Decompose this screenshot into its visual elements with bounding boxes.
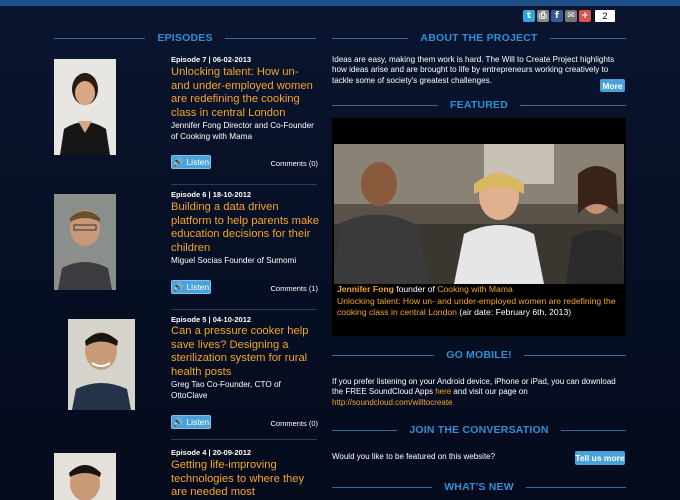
featured-name[interactable]: Jennifer Fong xyxy=(337,284,394,294)
share-bar: t ⎙ f ✉ + 2 xyxy=(523,10,615,22)
featured-heading: FEATURED xyxy=(332,98,626,112)
episode-guest: Jennifer Fong Director and Co-Founder of… xyxy=(171,121,314,141)
episode-meta: Episode 7 | 06-02-2013 xyxy=(171,55,252,64)
featured-photo[interactable] xyxy=(334,144,624,284)
featured-heading-text: FEATURED xyxy=(450,99,508,111)
email-icon[interactable]: ✉ xyxy=(565,10,577,22)
speaker-icon: 🔊 xyxy=(172,156,184,167)
episode-guest: Miguel Socias Founder of Sumomi xyxy=(171,256,297,265)
mobile-text: If you prefer listening on your Android … xyxy=(332,377,626,408)
mobile-text-mid: and visit our page on xyxy=(451,387,528,397)
featured-role: founder of xyxy=(393,284,438,294)
episodes-heading-text: EPISODES xyxy=(157,32,213,44)
listen-label: Listen xyxy=(186,417,210,427)
episode-title-link[interactable]: Can a pressure cooker help save lives? D… xyxy=(171,325,319,379)
about-heading-text: ABOUT THE PROJECT xyxy=(420,32,538,44)
speaker-icon: 🔊 xyxy=(172,416,184,427)
episode-guest-photo[interactable] xyxy=(54,59,116,155)
comments-link[interactable]: Comments (1) xyxy=(270,284,318,293)
mobile-heading-text: GO MOBILE! xyxy=(446,349,512,361)
listen-button[interactable]: 🔊 Listen xyxy=(171,280,211,294)
featured-box: Jennifer Fong founder of Cooking with Ma… xyxy=(332,118,626,336)
listen-button[interactable]: 🔊 Listen xyxy=(171,155,211,169)
whatsnew-heading: WHAT'S NEW xyxy=(332,480,626,494)
episode-title-link[interactable]: Building a data driven platform to help … xyxy=(171,201,319,255)
listen-label: Listen xyxy=(186,157,210,167)
whatsnew-heading-text: WHAT'S NEW xyxy=(444,481,514,493)
facebook-icon[interactable]: f xyxy=(551,10,563,22)
episode-guest-photo[interactable] xyxy=(54,194,116,290)
top-bar xyxy=(0,0,680,6)
episode-title-link[interactable]: Unlocking talent: How un- and under-empl… xyxy=(171,66,319,120)
speaker-icon: 🔊 xyxy=(172,281,184,292)
conversation-heading-text: JOIN THE CONVERSATION xyxy=(409,424,549,436)
episode-meta: Episode 4 | 20-09-2012 xyxy=(171,448,252,457)
episode-guest: Greg Tao Co-Founder, CTO of OttoClave xyxy=(171,380,281,400)
apps-here-link[interactable]: here xyxy=(435,387,451,396)
tell-us-more-button[interactable]: Tell us more xyxy=(575,451,625,465)
share-count: 2 xyxy=(595,10,615,22)
episodes-heading: EPISODES xyxy=(54,31,317,45)
episode-meta: Episode 6 | 18-10-2012 xyxy=(171,190,252,199)
episode-guest-photo[interactable] xyxy=(54,453,116,500)
featured-air-date: (air date: February 6th, 2013) xyxy=(456,307,572,317)
listen-label: Listen xyxy=(186,282,210,292)
mobile-heading: GO MOBILE! xyxy=(332,348,626,362)
comments-link[interactable]: Comments (0) xyxy=(270,159,318,168)
episode-meta: Episode 5 | 04-10-2012 xyxy=(171,315,252,324)
episode-title-link[interactable]: Getting life-improving technologies to w… xyxy=(171,459,319,500)
episode-divider xyxy=(171,309,317,310)
about-more-button[interactable]: More xyxy=(600,79,625,92)
about-heading: ABOUT THE PROJECT xyxy=(332,31,627,45)
soundcloud-link[interactable]: http://soundcloud.com/willtocreate xyxy=(332,398,453,407)
more-share-icon[interactable]: + xyxy=(579,10,591,22)
episode-divider xyxy=(171,439,317,440)
twitter-icon[interactable]: t xyxy=(523,10,535,22)
conversation-heading: JOIN THE CONVERSATION xyxy=(332,423,627,437)
featured-org-link[interactable]: Cooking with Mama xyxy=(437,284,512,294)
about-text: Ideas are easy, making them work is hard… xyxy=(332,55,615,85)
featured-caption: Jennifer Fong founder of Cooking with Ma… xyxy=(337,284,621,319)
listen-button[interactable]: 🔊 Listen xyxy=(171,415,211,429)
episode-divider xyxy=(171,184,317,185)
comments-link[interactable]: Comments (0) xyxy=(270,419,318,428)
episode-guest-photo[interactable] xyxy=(68,319,135,410)
print-icon[interactable]: ⎙ xyxy=(537,10,549,22)
